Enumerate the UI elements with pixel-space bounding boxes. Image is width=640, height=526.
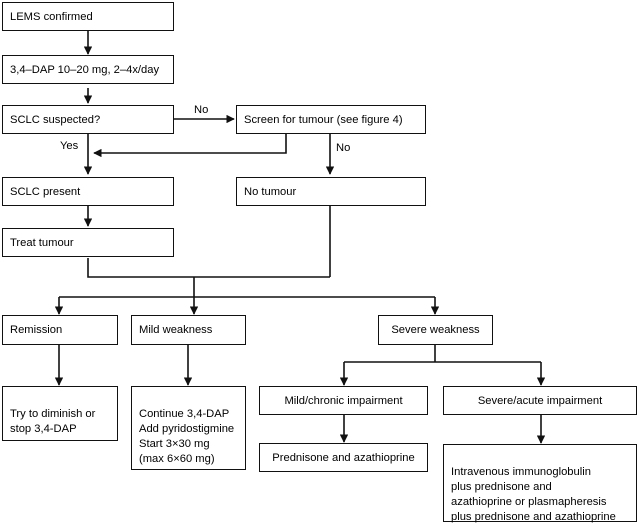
- node-severe-weakness-label: Severe weakness: [391, 324, 480, 336]
- edge-treat-to-merge: [87, 258, 330, 278]
- node-try-diminish-label: Try to diminish or stop 3,4-DAP: [10, 408, 96, 435]
- node-continue-dap[interactable]: Continue 3,4-DAP Add pyridostigmine Star…: [131, 386, 246, 470]
- node-treat-tumour-label: Treat tumour: [10, 236, 74, 249]
- node-sclc-suspected[interactable]: SCLC suspected?: [2, 105, 174, 134]
- node-try-diminish[interactable]: Try to diminish or stop 3,4-DAP: [2, 386, 118, 441]
- node-dap-dose[interactable]: 3,4–DAP 10–20 mg, 2–4x/day: [2, 55, 174, 84]
- node-prednisone-azathioprine-label: Prednisone and azathioprine: [272, 451, 415, 464]
- edge-label-no-to-screen-text: No: [194, 104, 209, 116]
- node-mild-weakness-label: Mild weakness: [139, 324, 213, 336]
- node-prednisone-azathioprine[interactable]: Prednisone and azathioprine: [259, 443, 428, 472]
- node-severe-acute-impairment[interactable]: Severe/acute impairment: [443, 386, 637, 415]
- node-no-tumour[interactable]: No tumour: [236, 177, 426, 206]
- node-remission[interactable]: Remission: [2, 315, 118, 345]
- node-mild-weakness[interactable]: Mild weakness: [131, 315, 246, 345]
- node-lems-confirmed[interactable]: LEMS confirmed: [2, 2, 174, 31]
- node-ivig-combo[interactable]: Intravenous immunoglobulin plus predniso…: [443, 444, 637, 523]
- node-sclc-suspected-label: SCLC suspected?: [10, 113, 101, 126]
- node-sclc-present[interactable]: SCLC present: [2, 177, 174, 206]
- node-remission-label: Remission: [10, 324, 63, 336]
- node-lems-confirmed-label: LEMS confirmed: [10, 10, 93, 23]
- node-severe-weakness[interactable]: Severe weakness: [378, 315, 493, 345]
- node-mild-chronic-impairment[interactable]: Mild/chronic impairment: [259, 386, 428, 415]
- node-dap-dose-label: 3,4–DAP 10–20 mg, 2–4x/day: [10, 63, 160, 76]
- flowchart-canvas: LEMS confirmed 3,4–DAP 10–20 mg, 2–4x/da…: [0, 0, 640, 526]
- edge-label-yes-to-sclc-text: Yes: [60, 140, 79, 152]
- node-screen-tumour-label: Screen for tumour (see figure 4): [244, 113, 403, 126]
- node-sclc-present-label: SCLC present: [10, 185, 81, 198]
- node-no-tumour-label: No tumour: [244, 185, 297, 198]
- node-severe-acute-impairment-label: Severe/acute impairment: [477, 394, 603, 407]
- node-continue-dap-label: Continue 3,4-DAP Add pyridostigmine Star…: [139, 408, 235, 465]
- edge-label-no-to-screen: No: [192, 104, 211, 117]
- edge-label-no-to-tumour-text: No: [336, 142, 351, 154]
- edge-screen-back-to-sclc: [93, 133, 287, 158]
- node-mild-chronic-impairment-label: Mild/chronic impairment: [284, 394, 403, 407]
- edge-label-yes-to-sclc: Yes: [58, 140, 81, 153]
- edge-label-no-to-tumour: No: [334, 142, 353, 155]
- node-ivig-combo-label: Intravenous immunoglobulin plus predniso…: [451, 466, 616, 523]
- node-screen-tumour[interactable]: Screen for tumour (see figure 4): [236, 105, 426, 134]
- node-treat-tumour[interactable]: Treat tumour: [2, 228, 174, 257]
